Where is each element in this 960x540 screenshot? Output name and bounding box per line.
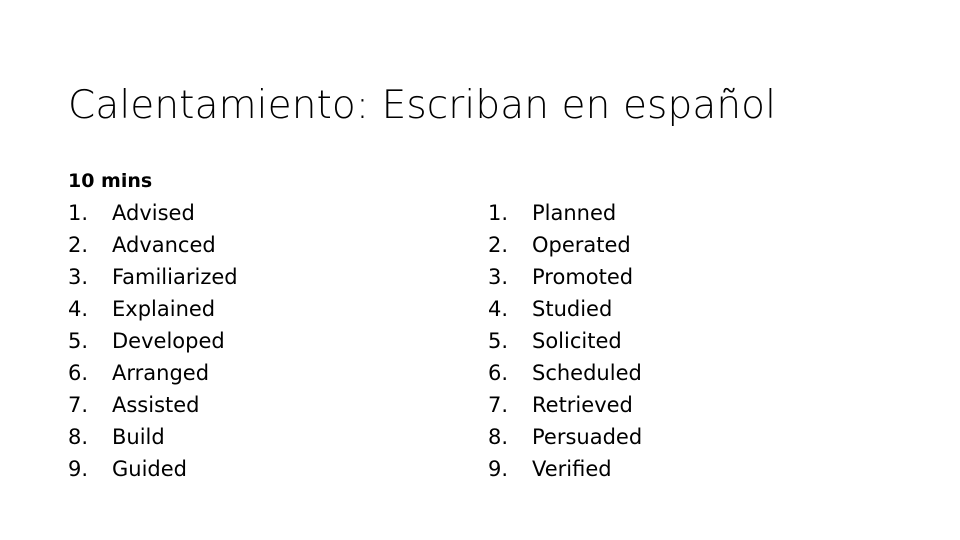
list-item-label: Developed xyxy=(112,329,225,353)
list-item-number: 2. xyxy=(68,233,89,257)
list-item-label: Advanced xyxy=(112,233,216,257)
list-item-label: Promoted xyxy=(532,265,634,289)
list-item: 8. Persuaded xyxy=(488,421,642,453)
list-item: 5. Developed xyxy=(68,325,238,357)
list-item-label: Assisted xyxy=(112,393,200,417)
list-item-label: Verified xyxy=(532,457,612,481)
list-item-label: Planned xyxy=(532,201,617,225)
list-item-number: 5. xyxy=(488,329,509,353)
list-item: 9. Guided xyxy=(68,453,238,485)
list-item: 2. Operated xyxy=(488,229,642,261)
time-label: 10 mins xyxy=(68,170,153,192)
list-item: 9. Verified xyxy=(488,453,642,485)
slide-body: 10 mins 1. Advised 2. Advanced 3. Familiarize… xyxy=(0,0,960,540)
list-item: 4. Studied xyxy=(488,293,642,325)
list-item-label: Scheduled xyxy=(532,361,642,385)
list-item-number: 7. xyxy=(488,393,509,417)
list-item-number: 6. xyxy=(68,361,89,385)
list-item: 3. Familiarized xyxy=(68,261,238,293)
list-item-number: 7. xyxy=(68,393,89,417)
list-item: 8. Build xyxy=(68,421,238,453)
list-item-label: Persuaded xyxy=(532,425,643,449)
list-item-number: 8. xyxy=(488,425,509,449)
list-item-number: 9. xyxy=(488,457,509,481)
list-item: 4. Explained xyxy=(68,293,238,325)
list-item-label: Arranged xyxy=(112,361,210,385)
list-item-label: Solicited xyxy=(532,329,622,353)
list-item-number: 3. xyxy=(488,265,509,289)
list-item: 6. Scheduled xyxy=(488,357,642,389)
slide-canvas: Calentamiento: Escriban en español 10 mi… xyxy=(0,0,960,540)
list-item: 6. Arranged xyxy=(68,357,238,389)
list-item: 7. Retrieved xyxy=(488,389,642,421)
list-item-label: Explained xyxy=(112,297,216,321)
list-item-label: Build xyxy=(112,425,165,449)
list-item-number: 3. xyxy=(68,265,89,289)
list-item-number: 9. xyxy=(68,457,89,481)
right-verb-list: 1. Planned 2. Operated 3. Promoted 4. Studied 5.… xyxy=(488,197,642,485)
list-item-number: 5. xyxy=(68,329,89,353)
list-item-label: Advised xyxy=(112,201,195,225)
list-item: 7. Assisted xyxy=(68,389,238,421)
list-item: 5. Solicited xyxy=(488,325,642,357)
list-item: 1. Planned xyxy=(488,197,642,229)
list-item-label: Familiarized xyxy=(112,265,238,289)
list-item: 3. Promoted xyxy=(488,261,642,293)
list-item-number: 4. xyxy=(68,297,89,321)
left-verb-list: 1. Advised 2. Advanced 3. Familiarized 4. Expla… xyxy=(68,197,238,485)
list-item: 2. Advanced xyxy=(68,229,238,261)
list-item-label: Guided xyxy=(112,457,187,481)
list-item-number: 4. xyxy=(488,297,509,321)
list-item-number: 8. xyxy=(68,425,89,449)
list-item-label: Retrieved xyxy=(532,393,633,417)
list-item-label: Studied xyxy=(532,297,613,321)
list-item-number: 2. xyxy=(488,233,509,257)
list-item-number: 1. xyxy=(488,201,509,225)
list-item: 1. Advised xyxy=(68,197,238,229)
list-item-number: 1. xyxy=(68,201,89,225)
list-item-label: Operated xyxy=(532,233,631,257)
list-item-number: 6. xyxy=(488,361,509,385)
